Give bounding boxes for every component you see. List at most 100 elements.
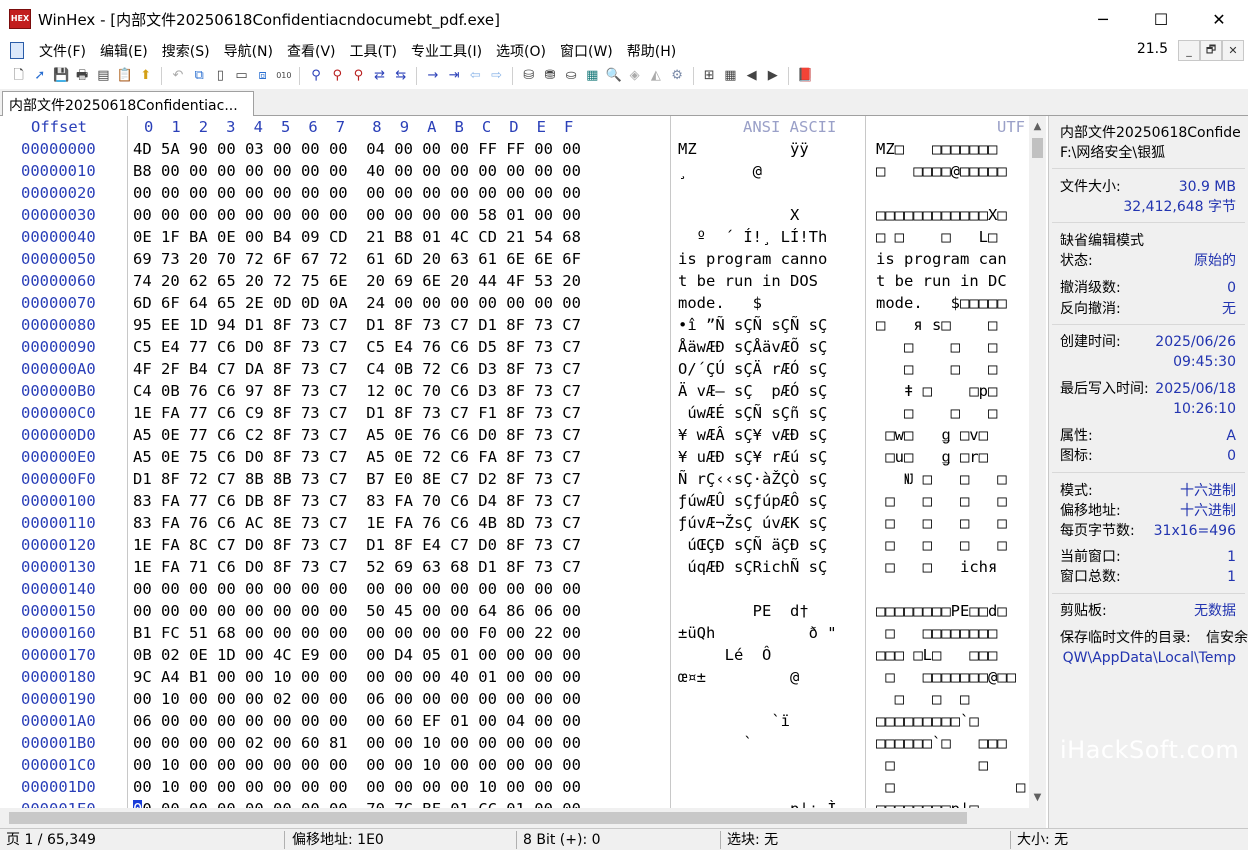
utf-row[interactable]: □ □ ichя: [876, 556, 1028, 578]
ansi-row[interactable]: Ä vÆ— sÇ pÆÓ sÇ: [678, 380, 860, 402]
menu-options[interactable]: 选项(O): [489, 41, 553, 61]
back-icon[interactable]: ⇦: [467, 68, 483, 84]
open-ram-icon[interactable]: ⛃: [542, 68, 558, 84]
undo-icon[interactable]: ↶: [170, 68, 186, 84]
utf-row[interactable]: □ □ □ L□: [876, 226, 1028, 248]
hex-row[interactable]: 00 10 00 00 00 02 00 00 06 00 00 00 00 0…: [133, 688, 667, 710]
hex-row[interactable]: 00 00 00 00 00 00 00 00 00 00 00 00 00 0…: [133, 578, 667, 600]
utf-row[interactable]: □ □□□□□□□□: [876, 622, 1028, 644]
maximize-button[interactable]: ☐: [1132, 0, 1190, 38]
menu-file[interactable]: 文件(F): [32, 41, 93, 61]
hex-row[interactable]: B1 FC 51 68 00 00 00 00 00 00 00 00 F0 0…: [133, 622, 667, 644]
hex-row[interactable]: 83 FA 77 C6 DB 8F 73 C7 83 FA 70 C6 D4 8…: [133, 490, 667, 512]
utf-row[interactable]: □□□□□□□□□□□□X□: [876, 204, 1028, 226]
settings-gear-icon[interactable]: ⚙: [669, 68, 685, 84]
hex-row[interactable]: 00 10 00 00 00 00 00 00 00 00 10 00 00 0…: [133, 754, 667, 776]
ansi-row[interactable]: ƒúvÆ¬ŽsÇ úvÆK sÇ: [678, 512, 860, 534]
menu-window[interactable]: 窗口(W): [553, 41, 620, 61]
ansi-row[interactable]: ƒúwÆÛ sÇƒúpÆÔ sÇ: [678, 490, 860, 512]
utf-row[interactable]: □ □ □: [876, 336, 1028, 358]
copy-icon[interactable]: ⧉: [191, 68, 207, 84]
utf-row[interactable]: □ □ □ □: [876, 512, 1028, 534]
menu-navigate[interactable]: 导航(N): [217, 41, 280, 61]
replace-text-icon[interactable]: ⇄: [372, 68, 388, 84]
hex-row[interactable]: 0E 1F BA 0E 00 B4 09 CD 21 B8 01 4C CD 2…: [133, 226, 667, 248]
utf-row[interactable]: □ □ □: [876, 688, 1028, 710]
hex-row[interactable]: A5 0E 77 C6 C2 8F 73 C7 A5 0E 76 C6 D0 8…: [133, 424, 667, 446]
ansi-row[interactable]: úqÆÐ sÇRichÑ sÇ: [678, 556, 860, 578]
goto-sector-icon[interactable]: ⇥: [446, 68, 462, 84]
utf-row[interactable]: □ □ □: [876, 358, 1028, 380]
hex-editor-pane[interactable]: Offset 0 1 2 3 4 5 6 7 8 9 A B C D E F A…: [0, 116, 1046, 818]
ansi-row[interactable]: úwÆÉ sÇÑ sÇñ sÇ: [678, 402, 860, 424]
book-help-icon[interactable]: 📕: [797, 68, 813, 84]
ansi-row[interactable]: œ¤± @: [678, 666, 860, 688]
hex-row[interactable]: C5 E4 77 C6 D0 8F 73 C7 C5 E4 76 C6 D5 8…: [133, 336, 667, 358]
next-block-icon[interactable]: ▶: [765, 68, 781, 84]
utf-row[interactable]: MZ□ □□□□□□□: [876, 138, 1028, 160]
hex-row[interactable]: 00 10 00 00 00 00 00 00 00 00 00 00 10 0…: [133, 776, 667, 798]
print-icon[interactable]: 🖶: [74, 68, 90, 84]
hex-row[interactable]: A5 0E 75 C6 D0 8F 73 C7 A5 0E 72 C6 FA 8…: [133, 446, 667, 468]
ansi-row[interactable]: X: [678, 204, 860, 226]
utf-row[interactable]: □ □ □ □: [876, 490, 1028, 512]
hex-row[interactable]: 1E FA 71 C6 D0 8F 73 C7 52 69 63 68 D1 8…: [133, 556, 667, 578]
winhex-app-icon[interactable]: HEX: [9, 9, 31, 29]
ansi-row[interactable]: is program canno: [678, 248, 860, 270]
hex-row[interactable]: B8 00 00 00 00 00 00 00 40 00 00 00 00 0…: [133, 160, 667, 182]
ansi-row[interactable]: [678, 776, 860, 798]
cut-icon[interactable]: ▯: [212, 68, 228, 84]
utf-row[interactable]: is program can: [876, 248, 1028, 270]
previous-block-icon[interactable]: ◀: [744, 68, 760, 84]
find-hex-icon[interactable]: ⚲: [329, 68, 345, 84]
hex-row[interactable]: 95 EE 1D 94 D1 8F 73 C7 D1 8F 73 C7 D1 8…: [133, 314, 667, 336]
hex-row[interactable]: 6D 6F 64 65 2E 0D 0D 0A 24 00 00 00 00 0…: [133, 292, 667, 314]
menu-search[interactable]: 搜索(S): [155, 41, 217, 61]
hex-row[interactable]: 06 00 00 00 00 00 00 00 00 60 EF 01 00 0…: [133, 710, 667, 732]
vertical-scrollbar[interactable]: ▲ ▼: [1029, 116, 1046, 808]
hex-row[interactable]: 9C A4 B1 00 00 10 00 00 00 00 00 40 01 0…: [133, 666, 667, 688]
menu-view[interactable]: 查看(V): [280, 41, 343, 61]
replace-hex-icon[interactable]: ⇆: [393, 68, 409, 84]
ansi-row[interactable]: ¥ wÆÂ sÇ¥ vÆÐ sÇ: [678, 424, 860, 446]
open-disk-icon[interactable]: ⛁: [521, 68, 537, 84]
hex-row[interactable]: 0B 02 0E 1D 00 4C E9 00 00 D4 05 01 00 0…: [133, 644, 667, 666]
utf-row[interactable]: □ □: [876, 754, 1028, 776]
utf-row[interactable]: □ □ □ □: [876, 534, 1028, 556]
utf-row[interactable]: □w□ ǥ □v□: [876, 424, 1028, 446]
ansi-row[interactable]: •î ”Ñ sÇÑ sÇÑ sÇ: [678, 314, 860, 336]
utf-row[interactable]: □□□□□□□□□`□: [876, 710, 1028, 732]
hex-row[interactable]: 83 FA 76 C6 AC 8E 73 C7 1E FA 76 C6 4B 8…: [133, 512, 667, 534]
utf-row[interactable]: mode. $□□□□□: [876, 292, 1028, 314]
hex-row[interactable]: 00 00 00 00 00 00 00 00 50 45 00 00 64 8…: [133, 600, 667, 622]
utf-row[interactable]: □ □ □: [876, 402, 1028, 424]
hex-data-column[interactable]: 4D 5A 90 00 03 00 00 00 04 00 00 00 FF F…: [133, 138, 667, 820]
save-icon[interactable]: 💾: [53, 68, 69, 84]
table-view-icon[interactable]: ▦: [722, 68, 738, 84]
menu-help[interactable]: 帮助(H): [620, 41, 683, 61]
hex-row[interactable]: 69 73 20 70 72 6F 67 72 61 6D 20 63 61 6…: [133, 248, 667, 270]
ansi-row[interactable]: `: [678, 732, 860, 754]
utf-row[interactable]: □ □□□□@□□□□□: [876, 160, 1028, 182]
utf-row[interactable]: □u□ ǥ □r□: [876, 446, 1028, 468]
new-file-icon[interactable]: 🗋: [11, 68, 27, 84]
paste-icon[interactable]: ▭: [233, 68, 249, 84]
hex-row[interactable]: 4D 5A 90 00 03 00 00 00 04 00 00 00 FF F…: [133, 138, 667, 160]
clipboard-icon[interactable]: 📋: [117, 68, 133, 84]
utf-row[interactable]: t be run in DC: [876, 270, 1028, 292]
ansi-row[interactable]: O/´ÇÚ sÇÄ rÆÓ sÇ: [678, 358, 860, 380]
utf-row[interactable]: ǂ □ □p□: [876, 380, 1028, 402]
ansi-row[interactable]: úŒÇÐ sÇÑ äÇÐ sÇ: [678, 534, 860, 556]
horizontal-scrollbar[interactable]: [0, 808, 1046, 828]
ansi-row[interactable]: ±üQh ð ": [678, 622, 860, 644]
hex-row[interactable]: 1E FA 77 C6 C9 8F 73 C7 D1 8F 73 C7 F1 8…: [133, 402, 667, 424]
tools-icon[interactable]: ◭: [648, 68, 664, 84]
forward-icon[interactable]: ⇨: [489, 68, 505, 84]
scrollbar-thumb[interactable]: [1032, 138, 1043, 158]
scroll-up-icon[interactable]: ▲: [1029, 118, 1046, 135]
hex-row[interactable]: 00 00 00 00 02 00 60 81 00 00 10 00 00 0…: [133, 732, 667, 754]
calculator-icon[interactable]: ▦: [584, 68, 600, 84]
utf-row[interactable]: [876, 578, 1028, 600]
document-icon[interactable]: [10, 42, 24, 59]
ansi-row[interactable]: º ´ Í!¸ LÍ!Th: [678, 226, 860, 248]
